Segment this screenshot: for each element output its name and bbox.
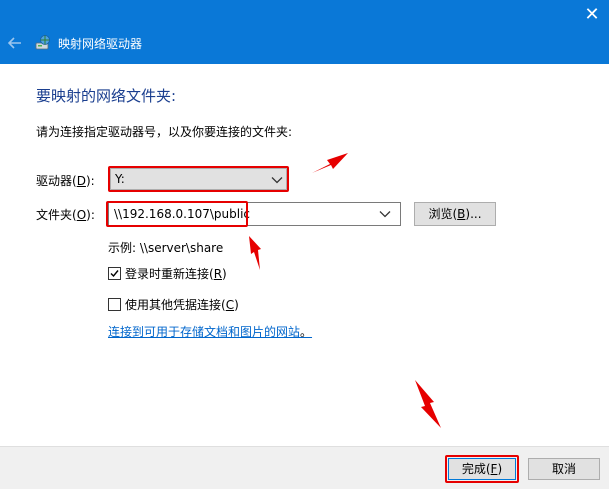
back-arrow-icon[interactable] <box>6 34 24 52</box>
other-credentials-checkbox[interactable] <box>108 298 121 311</box>
cancel-button[interactable]: 取消 <box>528 458 600 480</box>
network-drive-icon <box>35 35 50 50</box>
folder-highlight-box <box>106 201 248 227</box>
page-heading: 要映射的网络文件夹: <box>36 87 177 105</box>
browse-button[interactable]: 浏览(B)... <box>414 202 496 226</box>
arrow-to-finish <box>415 380 441 428</box>
arrow-to-drive <box>312 153 348 173</box>
finish-highlight-box <box>445 455 519 483</box>
reconnect-label[interactable]: 登录时重新连接(R) <box>125 266 227 282</box>
annotation-arrows <box>249 153 441 428</box>
reconnect-checkbox[interactable] <box>108 267 121 280</box>
website-link[interactable]: 连接到可用于存储文档和图片的网站。 <box>108 324 312 340</box>
example-text: 示例: \\server\share <box>108 241 224 255</box>
other-credentials-label[interactable]: 使用其他凭据连接(C) <box>125 297 239 313</box>
close-icon: ✕ <box>584 4 600 25</box>
checkmark-icon <box>110 270 119 278</box>
instruction-text: 请为连接指定驱动器号，以及你要连接的文件夹: <box>36 125 293 139</box>
close-button[interactable]: ✕ <box>575 0 609 30</box>
chevron-down-icon[interactable] <box>379 210 391 218</box>
wizard-header <box>0 0 609 64</box>
wizard-title: 映射网络驱动器 <box>58 37 143 51</box>
drive-highlight-box <box>108 166 289 192</box>
folder-label: 文件夹(O): <box>36 208 95 222</box>
drive-label: 驱动器(D): <box>36 174 95 188</box>
arrow-to-folder <box>249 236 261 270</box>
